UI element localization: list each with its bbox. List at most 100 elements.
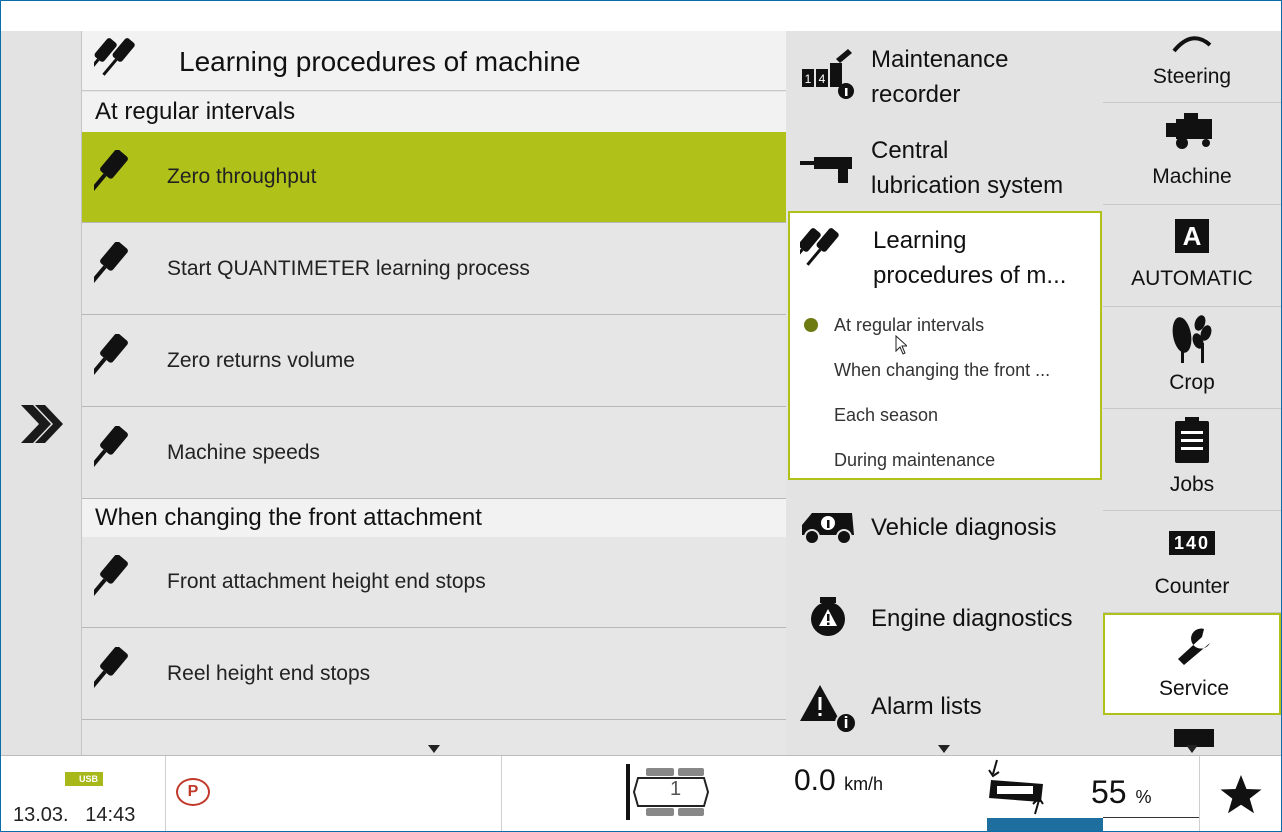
procedure-row-quantimeter[interactable]: Start QUANTIMETER learning process [82,224,786,315]
time: 14:43 [85,804,136,826]
screwdriver-icon [94,647,128,696]
main-navigation-rail: Steering Machine A AUTOMATIC Crop Jobs 1… [1103,31,1281,755]
datetime-cell: USB 13.03. 14:43 [1,756,166,832]
active-indicator-dot [804,318,818,332]
wrench-icon [1178,628,1214,665]
procedure-row-machine-speeds[interactable]: Machine speeds [82,408,786,499]
main-header: Learning procedures of machine [82,31,786,91]
favorites-cell[interactable] [1199,756,1281,832]
learning-tools-icon [94,38,135,76]
main-panel: Learning procedures of machine At regula… [82,31,786,755]
vehicle-diagnosis-icon [802,513,854,545]
nav-label: Steering [1152,65,1232,88]
scroll-down-icon[interactable] [1186,745,1198,753]
procedure-label: Reel height end stops [167,662,371,685]
speed-unit: km/h [844,774,884,794]
header-height-track [1103,817,1199,818]
menu-label: Alarm lists [871,693,982,720]
usb-badge: USB [65,772,103,786]
nav-steering[interactable]: Steering [1103,31,1281,103]
procedure-label: Zero returns volume [167,349,355,372]
star-icon [1220,775,1262,814]
svg-text:4: 4 [819,72,826,86]
speed-value: 0.0 [794,764,836,797]
expand-sidebar-button[interactable] [1,31,82,755]
section-header-regular: At regular intervals [82,92,786,132]
date: 13.03. [13,804,69,826]
gear-number: 1 [670,778,682,800]
parking-cell: P [166,756,502,832]
procedure-row-zero-throughput[interactable]: Zero throughput [82,132,786,223]
drive-cell: 1 [502,756,986,832]
crop-icon [1172,315,1212,363]
screwdriver-icon [94,426,128,475]
header-height-bar [987,818,1103,832]
submenu-item-front-attachment[interactable]: When changing the front ... [834,360,1050,381]
nav-jobs[interactable]: Jobs [1103,409,1281,511]
menu-label: Engine diagnostics [871,605,1073,632]
nav-label: Crop [1169,371,1215,394]
menu-label-line1: Learning [873,227,967,254]
top-bar [1,1,1281,31]
service-menu: 1 4 Maintenance recorder Central lubrica… [786,31,1103,755]
procedure-row-reel-height-stops[interactable]: Reel height end stops [82,629,786,720]
procedure-label: Start QUANTIMETER learning process [167,257,530,280]
menu-item-learning-procedures[interactable]: Learning procedures of m... [788,213,1103,303]
nav-label: Machine [1152,165,1232,188]
clipboard-icon [1175,417,1209,463]
procedure-row-zero-returns[interactable]: Zero returns volume [82,316,786,407]
screwdriver-icon [94,334,128,383]
nav-crop[interactable]: Crop [1103,307,1281,409]
procedure-label: Machine speeds [167,441,320,464]
counter-icon: 140 [1169,531,1215,555]
engine-diagnostics-icon [811,597,845,636]
percent-value: 55 [1091,774,1127,810]
menu-item-engine-diagnostics[interactable]: Engine diagnostics [786,573,1103,663]
steering-icon [1172,36,1212,53]
header-height-icon [988,759,1044,815]
grease-gun-icon [800,157,852,183]
menu-item-central-lubrication[interactable]: Central lubrication system [786,123,1103,211]
status-bar: USB 13.03. 14:43 P 1 0.0 km/h 55 % [1,755,1281,832]
menu-label-line2: procedures of m... [873,262,1067,289]
submenu-item-regular[interactable]: At regular intervals [834,315,984,336]
date-time: 13.03. 14:43 [13,804,135,827]
automatic-a-icon: A [1175,219,1209,253]
menu-item-alarm-lists[interactable]: Alarm lists [786,663,1103,753]
learning-procedures-submenu: Learning procedures of m... At regular i… [788,211,1102,480]
nav-label: Counter [1154,575,1230,598]
menu-item-maintenance-recorder[interactable]: 1 4 Maintenance recorder [786,31,1103,121]
mouse-cursor-icon [895,335,907,355]
svg-text:1: 1 [805,72,812,86]
procedure-row-front-attachment-stops[interactable]: Front attachment height end stops [82,537,786,628]
procedure-label: Zero throughput [167,165,317,188]
procedure-label: Front attachment height end stops [167,570,486,593]
submenu-item-maintenance[interactable]: During maintenance [834,450,995,471]
scroll-down-icon[interactable] [938,745,950,753]
nav-label: AUTOMATIC [1131,267,1253,290]
menu-label-line1: Central [871,137,949,164]
nav-service[interactable]: Service [1103,613,1281,715]
drive-gear-icon [626,764,710,820]
menu-label-line1: Maintenance [871,46,1009,73]
percent-unit: % [1135,787,1152,807]
nav-automatic[interactable]: A AUTOMATIC [1103,205,1281,307]
parking-brake-icon: P [176,778,210,806]
header-height-percent: 55 % [1091,774,1152,811]
screwdriver-icon [94,555,128,604]
nav-label: Service [1158,677,1230,700]
nav-label: Jobs [1169,473,1215,496]
page-title: Learning procedures of machine [179,46,581,77]
menu-item-vehicle-diagnosis[interactable]: Vehicle diagnosis [786,483,1103,573]
submenu-item-each-season[interactable]: Each season [834,405,938,426]
ground-speed: 0.0 km/h [794,764,883,798]
section-header-front-attachment: When changing the front attachment [82,499,786,537]
menu-label-line2: lubrication system [871,172,1064,199]
maintenance-recorder-icon: 1 4 [802,49,854,99]
scroll-down-icon[interactable] [428,745,440,753]
nav-counter[interactable]: 140 Counter [1103,511,1281,613]
alarm-list-icon [800,685,857,734]
screwdriver-icon [94,150,128,199]
learning-tools-icon [800,228,839,266]
nav-machine[interactable]: Machine [1103,103,1281,205]
